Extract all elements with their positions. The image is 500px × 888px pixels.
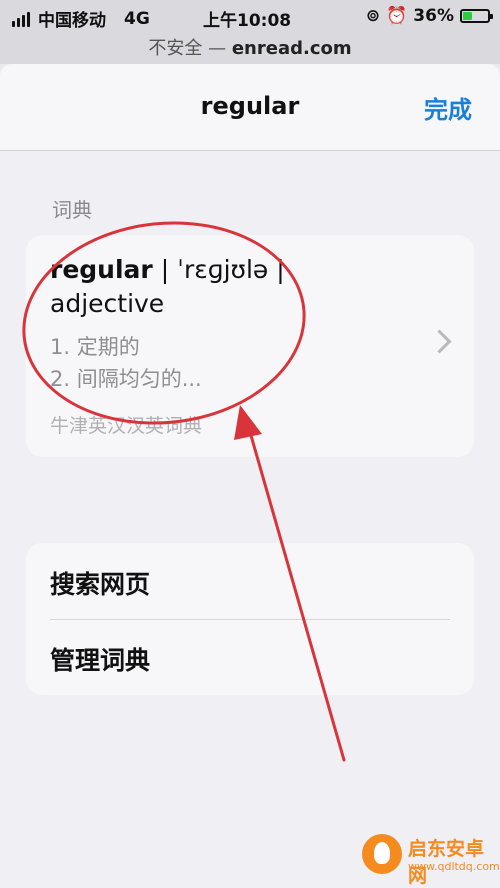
watermark-url: www.qdltdq.com [408,860,500,873]
watermark-logo-icon [362,834,402,874]
annotation-arrow [234,405,346,762]
watermark: 启东安卓网 www.qdltdq.com [362,828,500,887]
